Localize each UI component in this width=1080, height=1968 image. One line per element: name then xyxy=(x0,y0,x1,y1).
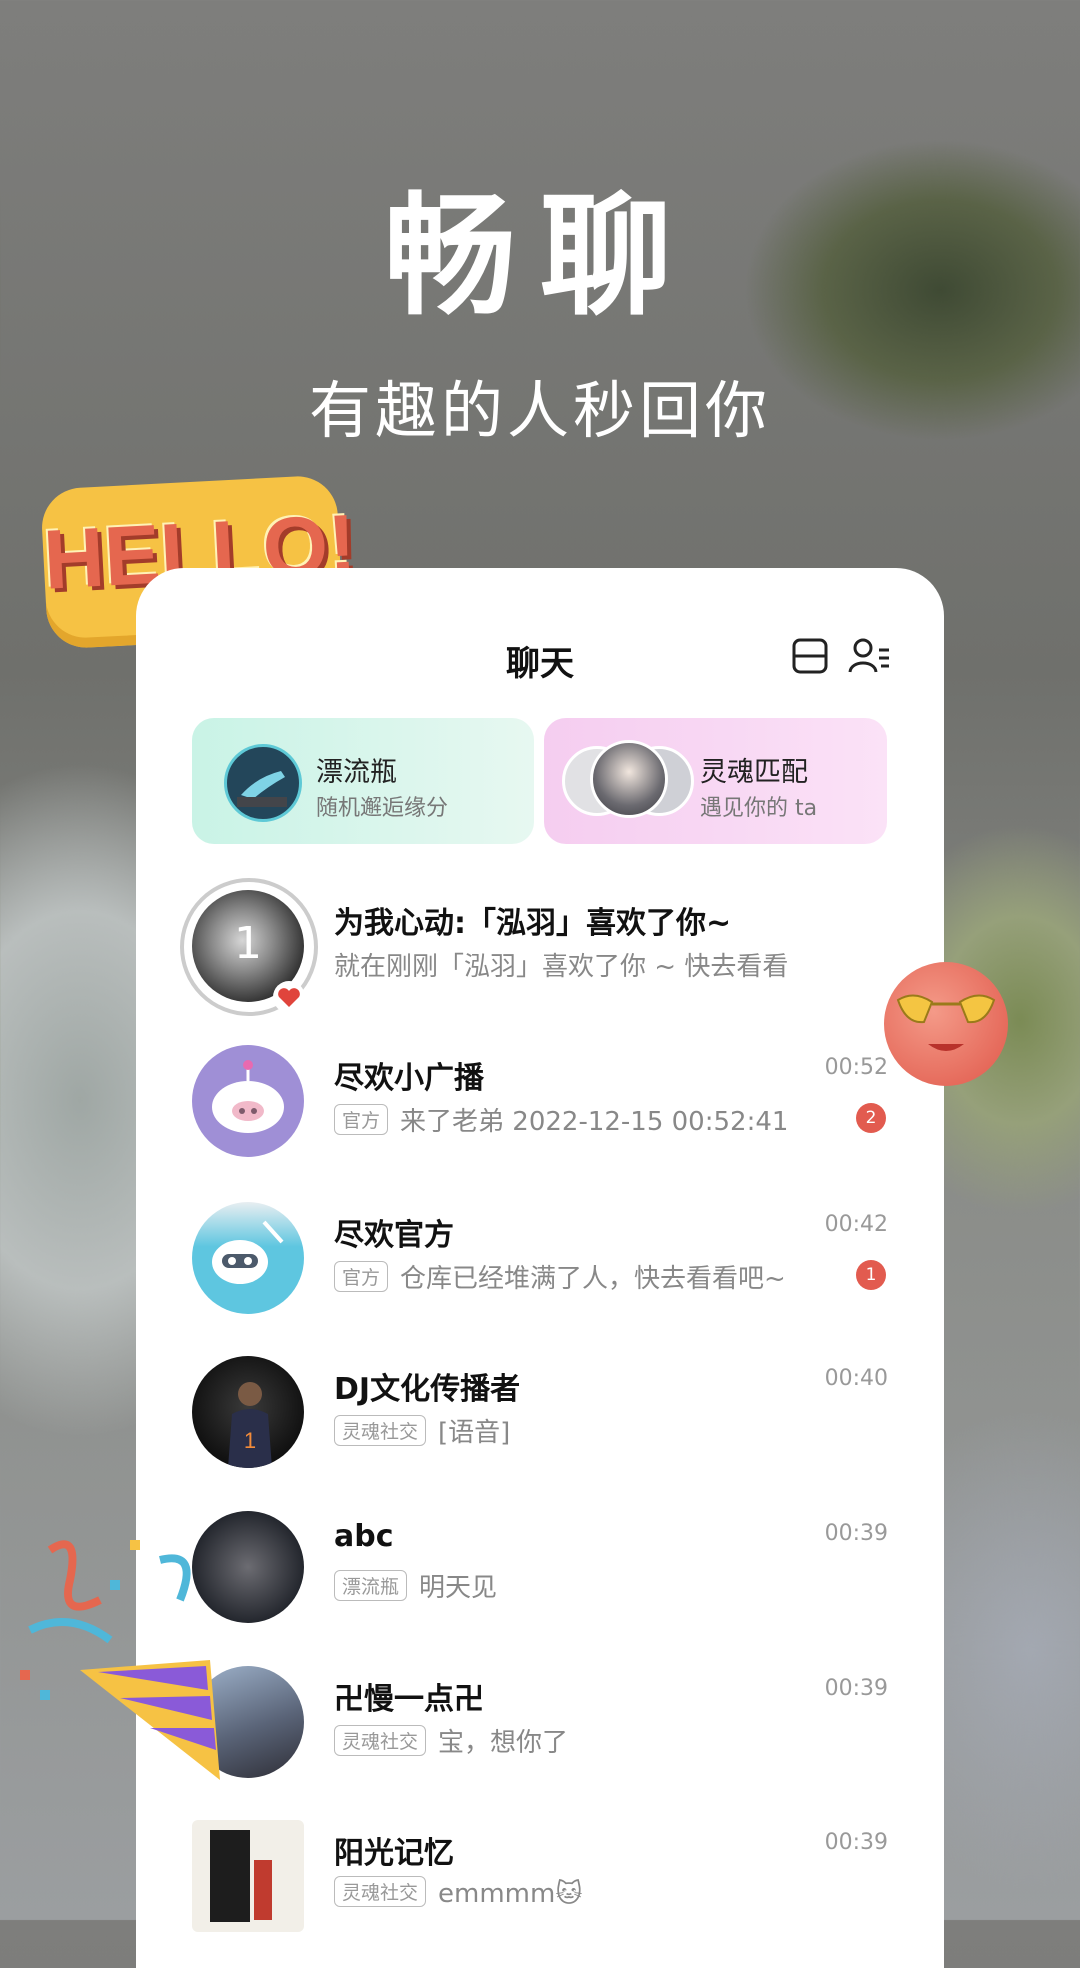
promo-subtitle: 有趣的人秒回你 xyxy=(308,374,771,447)
chat-row[interactable]: 尽欢官方 官方 仓库已经堆满了人，快去看看吧~ 00:42 1 xyxy=(136,1180,944,1330)
chat-tag: 灵魂社交 xyxy=(334,1725,427,1756)
unread-badge: 2 xyxy=(856,1103,886,1133)
soul-match-title: 灵魂匹配 xyxy=(700,757,808,788)
scan-icon[interactable] xyxy=(788,634,832,678)
chat-time: 00:40 xyxy=(824,1366,888,1391)
drift-bottle-card[interactable]: 漂流瓶 随机邂逅缘分 xyxy=(192,718,534,844)
chat-preview-text: 仓库已经堆满了人，快去看看吧~ xyxy=(400,1264,786,1294)
drift-bottle-title: 漂流瓶 xyxy=(316,757,397,788)
chat-preview: 灵魂社交 [语音] xyxy=(334,1412,510,1449)
chat-avatar xyxy=(192,1202,304,1314)
like-notice-row[interactable]: 1 为我心动:「泓羽」喜欢了你~ 就在刚刚「泓羽」喜欢了你 ~ 快去看看 xyxy=(136,868,944,1018)
party-popper-sticker xyxy=(20,1540,220,1780)
chat-preview: 漂流瓶 明天见 xyxy=(334,1567,497,1604)
chat-preview-text: 宝，想你了 xyxy=(438,1728,569,1758)
chat-name: 卍慢一点卍 xyxy=(334,1682,484,1717)
like-notice-preview: 就在刚刚「泓羽」喜欢了你 ~ 快去看看 xyxy=(334,952,789,982)
chat-avatar: 1 xyxy=(192,1356,304,1468)
chat-preview: 官方 来了老弟 2022-12-15 00:52:41 xyxy=(334,1101,788,1138)
chat-time: 00:39 xyxy=(824,1676,888,1701)
unread-badge: 1 xyxy=(856,1260,886,1290)
chat-tag: 灵魂社交 xyxy=(334,1415,427,1446)
like-notice-title: 为我心动:「泓羽」喜欢了你~ xyxy=(334,906,732,941)
chat-time: 00:52 xyxy=(824,1055,888,1080)
chat-tag: 灵魂社交 xyxy=(334,1876,427,1907)
mascot-icon xyxy=(212,1220,284,1284)
soul-match-avatar-2 xyxy=(590,740,668,818)
chat-preview: 灵魂社交 宝，想你了 xyxy=(334,1722,568,1759)
heart-icon xyxy=(273,981,305,1013)
drift-bottle-icon xyxy=(224,744,302,822)
contacts-menu-icon[interactable] xyxy=(847,634,891,678)
promo-title: 畅聊 xyxy=(384,180,696,334)
like-notice-avatar-count: 1 xyxy=(234,918,262,969)
chat-row[interactable]: 1 DJ文化传播者 灵魂社交 [语音] 00:40 xyxy=(136,1334,944,1484)
chat-row[interactable]: 阳光记忆 灵魂社交 emmmm🐱 00:39 xyxy=(136,1798,944,1948)
chat-avatar xyxy=(192,1045,304,1157)
chat-time: 00:39 xyxy=(824,1830,888,1855)
chat-name: DJ文化传播者 xyxy=(334,1372,521,1407)
chat-time: 00:39 xyxy=(824,1521,888,1546)
chat-preview-text: 来了老弟 2022-12-15 00:52:41 xyxy=(400,1107,789,1137)
chat-preview: 灵魂社交 emmmm🐱 xyxy=(334,1876,582,1909)
robot-icon xyxy=(212,1060,284,1133)
calligraphy-avatar xyxy=(210,1830,272,1922)
chat-preview-text: emmmm🐱 xyxy=(438,1879,583,1909)
chat-preview-text: 明天见 xyxy=(419,1573,498,1603)
chat-preview-text: [语音] xyxy=(438,1418,511,1448)
chat-time: 00:42 xyxy=(824,1212,888,1237)
soul-match-subtitle: 遇见你的 ta xyxy=(700,796,818,821)
chat-name: abc xyxy=(334,1519,394,1554)
chat-row[interactable]: 尽欢小广播 官方 来了老弟 2022-12-15 00:52:41 00:52 2 xyxy=(136,1023,944,1173)
chat-avatar xyxy=(192,1820,304,1932)
sunglasses-emoji-sticker xyxy=(884,962,1008,1086)
svg-text:1: 1 xyxy=(244,1428,256,1453)
chat-preview: 官方 仓库已经堆满了人，快去看看吧~ xyxy=(334,1258,786,1295)
player-photo: 1 xyxy=(228,1382,272,1468)
chat-tag: 官方 xyxy=(334,1261,389,1292)
chat-row[interactable]: 卍慢一点卍 灵魂社交 宝，想你了 00:39 xyxy=(136,1644,944,1794)
chat-name: 阳光记忆 xyxy=(334,1836,454,1871)
chat-tag: 漂流瓶 xyxy=(334,1570,408,1601)
drift-bottle-subtitle: 随机邂逅缘分 xyxy=(316,796,449,821)
chat-name: 尽欢官方 xyxy=(334,1218,454,1253)
chat-tag: 官方 xyxy=(334,1104,389,1135)
chat-row[interactable]: abc 漂流瓶 明天见 00:39 xyxy=(136,1489,944,1639)
chat-screen: 聊天 漂流瓶 随机邂逅缘分 灵魂匹配 遇见你的 ta 1 为我心动:「泓羽」喜欢… xyxy=(136,568,944,1968)
chat-name: 尽欢小广播 xyxy=(334,1061,484,1096)
soul-match-card[interactable]: 灵魂匹配 遇见你的 ta xyxy=(544,718,887,844)
